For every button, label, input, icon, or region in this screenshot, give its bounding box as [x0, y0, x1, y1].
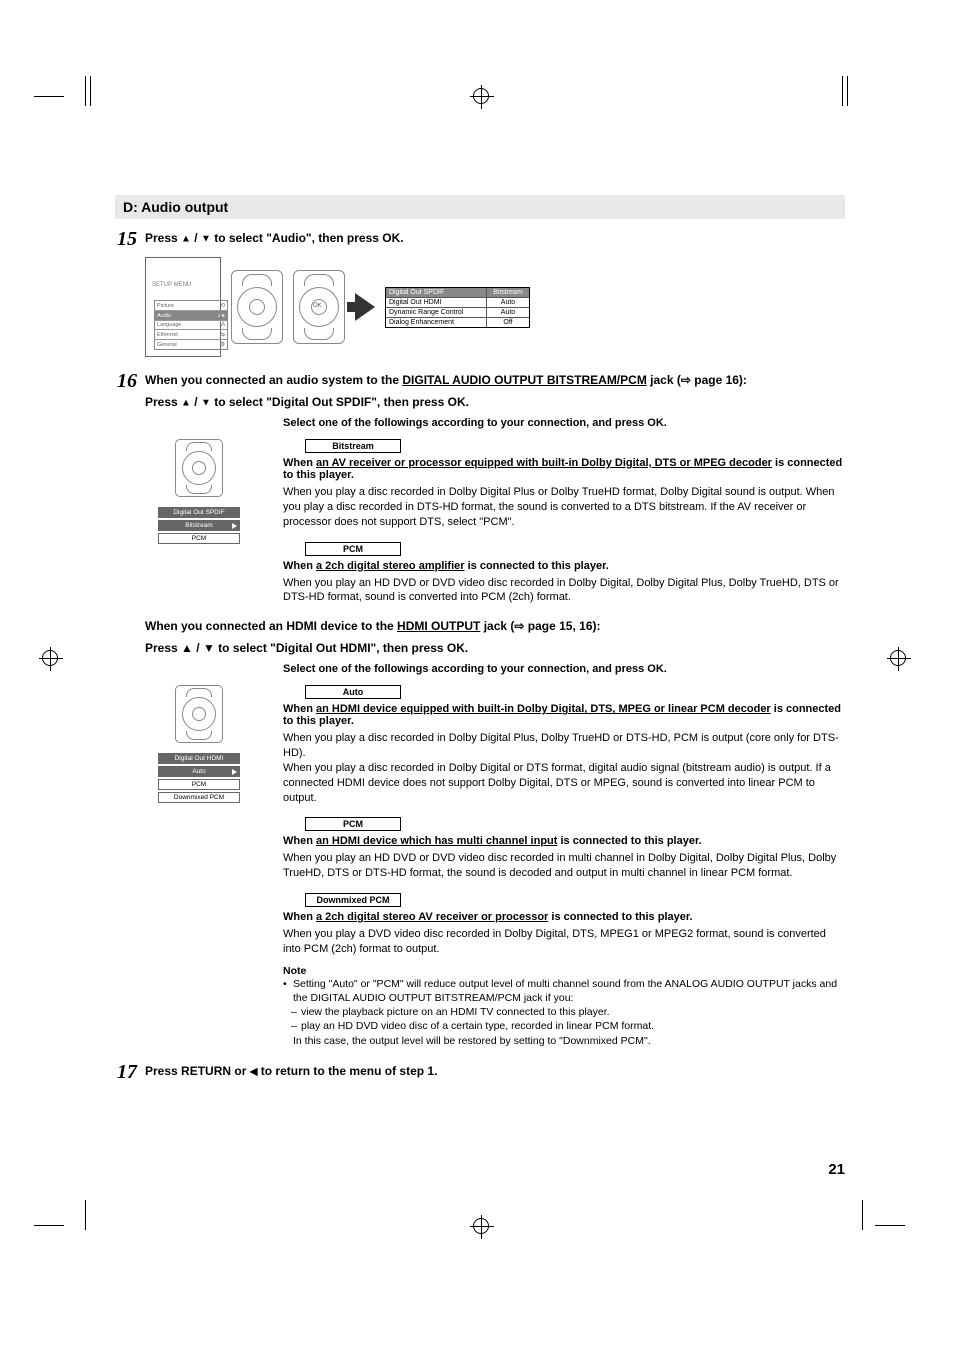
pcm-desc: When you play an HD DVD or DVD video dis… [283, 576, 845, 606]
hdmi-heading: When you connected an HDMI device to the… [145, 619, 845, 633]
registration-mark-icon [473, 1218, 489, 1234]
spdif-osd: Digital Out SPDIF Bitstream PCM [158, 507, 240, 544]
osd-item-pcm: PCM [158, 779, 240, 790]
auto-when: When an HDMI device equipped with built-… [283, 703, 845, 727]
spdif-bitstream-block: Digital Out SPDIF Bitstream PCM Bitstrea… [115, 439, 845, 605]
down-arrow-icon: ▼ [201, 397, 211, 408]
language-icon: A [221, 322, 225, 328]
menu-item-audio: Audio♪ ▸ [155, 311, 227, 321]
crop-mark [34, 96, 64, 97]
crop-mark [847, 76, 848, 106]
step-16-line2: Press ▲ / ▼ to select "Digital Out SPDIF… [145, 395, 845, 409]
crop-mark [842, 76, 843, 106]
ethernet-icon: ⇆ [220, 331, 225, 338]
osd-item-pcm: PCM [158, 533, 240, 544]
crop-mark [85, 76, 86, 106]
page-number: 21 [828, 1161, 845, 1178]
registration-mark-icon [42, 650, 58, 666]
menu-item-ethernet: Ethernet⇆ [155, 330, 227, 340]
osd-item-downmixed: Downmixed PCM [158, 792, 240, 803]
picture-icon: ⟲ [220, 302, 225, 309]
downmixed-desc: When you play a DVD video disc recorded … [283, 927, 845, 957]
down-arrow-icon: ▼ [201, 233, 211, 244]
general-icon: ⚙ [220, 341, 225, 348]
note-block: Note Setting "Auto" or "PCM" will reduce… [283, 965, 845, 1048]
step-number: 17 [115, 1062, 145, 1082]
option-label-downmixed: Downmixed PCM [305, 893, 401, 907]
osd-item-auto: Auto [158, 766, 240, 777]
hdmi-pcm-desc: When you play an HD DVD or DVD video dis… [283, 851, 845, 881]
osd-title: Digital Out SPDIF [158, 507, 240, 518]
arrow-right-icon [355, 293, 375, 321]
spdif-select-prompt: Select one of the followings according t… [283, 417, 845, 429]
hdmi-select-prompt: Select one of the followings according t… [283, 663, 845, 675]
note-line-last: In this case, the output level will be r… [283, 1034, 845, 1048]
hdmi-line2: Press ▲ / ▼ to select "Digital Out HDMI"… [145, 641, 845, 655]
hdmi-options-block: Digital Out HDMI Auto PCM Downmixed PCM … [115, 685, 845, 1047]
note-title: Note [283, 965, 845, 977]
step-15-diagram: SETUP MENU Picture⟲ Audio♪ ▸ LanguageA E… [145, 257, 845, 357]
pointer-icon: ⇨ [514, 619, 524, 633]
up-arrow-icon: ▲ [181, 233, 191, 244]
step-17: 17 Press RETURN or ◀ to return to the me… [115, 1062, 845, 1082]
down-arrow-icon: ▼ [203, 641, 215, 655]
up-arrow-icon: ▲ [181, 641, 193, 655]
setting-row-hdmi: Digital Out HDMIAuto [386, 298, 529, 308]
downmixed-when: When a 2ch digital stereo AV receiver or… [283, 911, 845, 923]
registration-mark-icon [890, 650, 906, 666]
step-16-line1: When you connected an audio system to th… [145, 373, 845, 387]
hdmi-pcm-when: When an HDMI device which has multi chan… [283, 835, 845, 847]
option-label-hdmi-pcm: PCM [305, 817, 401, 831]
note-dash-1: view the playback picture on an HDMI TV … [283, 1005, 845, 1019]
remote-dpad-icon [175, 685, 223, 743]
section-header: D: Audio output [115, 195, 845, 219]
setting-row-spdif: Digital Out SPDIFBitstream [386, 288, 529, 298]
pointer-icon: ⇨ [681, 373, 691, 387]
setup-menu-list: Picture⟲ Audio♪ ▸ LanguageA Ethernet⇆ Ge… [154, 300, 228, 350]
menu-item-language: LanguageA [155, 321, 227, 330]
setting-row-drc: Dynamic Range ControlAuto [386, 308, 529, 318]
note-dash-2: play an HD DVD video disc of a certain t… [283, 1019, 845, 1033]
registration-mark-icon [473, 88, 489, 104]
osd-title: Digital Out HDMI [158, 753, 240, 764]
option-label-pcm: PCM [305, 542, 401, 556]
step-16: 16 When you connected an audio system to… [115, 371, 845, 409]
pcm-when: When a 2ch digital stereo amplifier is c… [283, 560, 845, 572]
setup-menu-box: SETUP MENU Picture⟲ Audio♪ ▸ LanguageA E… [145, 257, 221, 357]
step-number: 16 [115, 371, 145, 391]
menu-item-picture: Picture⟲ [155, 301, 227, 311]
setting-row-dialog: Dialog EnhancementOff [386, 318, 529, 327]
page-content: D: Audio output 15 Press ▲ / ▼ to select… [115, 195, 845, 1090]
up-arrow-icon: ▲ [181, 397, 191, 408]
crop-mark [862, 1200, 863, 1230]
option-label-bitstream: Bitstream [305, 439, 401, 453]
auto-desc: When you play a disc recorded in Dolby D… [283, 731, 845, 805]
step-15-title: Press ▲ / ▼ to select "Audio", then pres… [145, 231, 845, 245]
step-number: 15 [115, 229, 145, 249]
audio-settings-table: Digital Out SPDIFBitstream Digital Out H… [385, 287, 530, 328]
audio-icon: ♪ ▸ [217, 312, 225, 319]
remote-dpad-icon [231, 270, 283, 344]
menu-item-general: General⚙ [155, 340, 227, 349]
remote-dpad-icon [175, 439, 223, 497]
crop-mark [85, 1200, 86, 1230]
option-label-auto: Auto [305, 685, 401, 699]
crop-mark [875, 1225, 905, 1226]
step-15: 15 Press ▲ / ▼ to select "Audio", then p… [115, 229, 845, 249]
note-bullet-1: Setting "Auto" or "PCM" will reduce outp… [283, 977, 845, 1005]
remote-ok-icon: OK [293, 270, 345, 344]
hdmi-osd: Digital Out HDMI Auto PCM Downmixed PCM [158, 753, 240, 803]
step-17-title: Press RETURN or ◀ to return to the menu … [145, 1064, 845, 1078]
crop-mark [34, 1225, 64, 1226]
bitstream-desc: When you play a disc recorded in Dolby D… [283, 485, 845, 530]
bitstream-when: When an AV receiver or processor equippe… [283, 457, 845, 481]
crop-mark [90, 76, 91, 106]
osd-item-bitstream: Bitstream [158, 520, 240, 531]
